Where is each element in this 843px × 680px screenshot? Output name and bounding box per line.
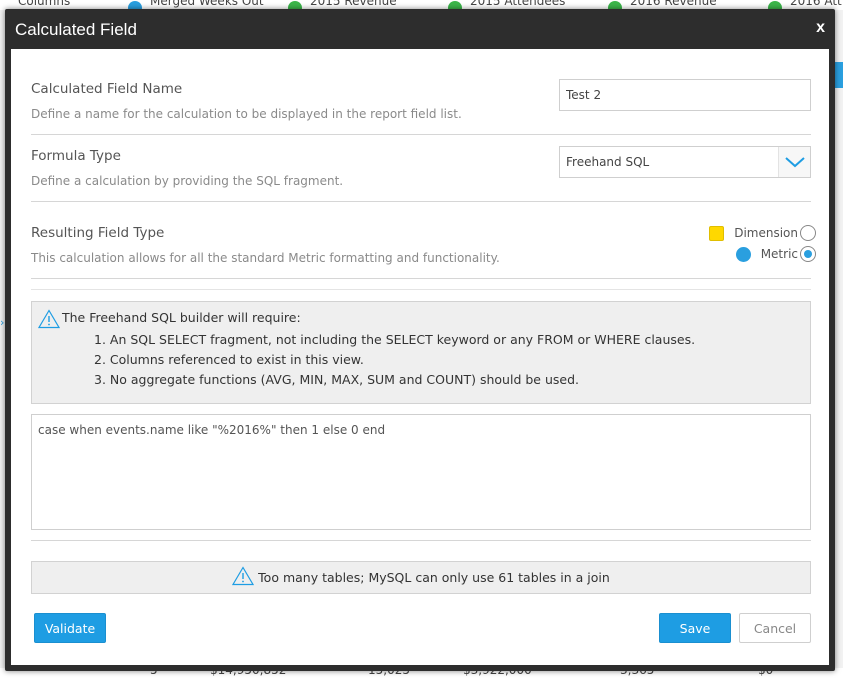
bg-column-header: Columns — [18, 0, 71, 8]
bg-column-header: 2015 Revenue — [310, 0, 397, 8]
dialog-header: Calculated Field x — [5, 9, 835, 49]
divider — [31, 201, 811, 202]
field-type-description: This calculation allows for all the stan… — [31, 251, 500, 265]
field-type-option-label: Metric — [760, 247, 798, 261]
divider — [31, 289, 811, 290]
bg-column-header: 2016 Revenue — [630, 0, 717, 8]
metric-radio[interactable] — [800, 246, 816, 262]
freehand-sql-requirements: The Freehand SQL builder will require: 1… — [31, 301, 811, 404]
save-button[interactable]: Save — [659, 613, 731, 643]
warning-icon — [232, 565, 255, 590]
calculated-field-dialog: Calculated Field x Calculated Field Name… — [5, 9, 835, 671]
field-type-option-dimension[interactable]: Dimension — [709, 224, 816, 242]
list-item: 3. No aggregate functions (AVG, MIN, MAX… — [94, 372, 579, 387]
field-type-label: Resulting Field Type — [31, 225, 165, 241]
validate-button[interactable]: Validate — [34, 613, 106, 643]
warning-text: Too many tables; MySQL can only use 61 t… — [258, 570, 610, 585]
field-name-label: Calculated Field Name — [31, 81, 183, 97]
bg-column-header: 2015 Attendees — [470, 0, 566, 8]
formula-type-label: Formula Type — [31, 148, 121, 164]
divider — [31, 540, 811, 541]
background-left-marker: › — [0, 316, 5, 329]
formula-type-select[interactable]: Freehand SQL — [559, 146, 811, 178]
dialog-body: Calculated Field Name Define a name for … — [11, 49, 829, 665]
list-item: 2. Columns referenced to exist in this v… — [94, 352, 364, 367]
dimension-swatch-icon — [709, 225, 725, 241]
close-button[interactable]: x — [816, 19, 825, 37]
field-name-description: Define a name for the calculation to be … — [31, 107, 462, 121]
formula-type-selected-value: Freehand SQL — [566, 155, 650, 169]
dialog-title: Calculated Field — [15, 20, 137, 39]
validation-warning: Too many tables; MySQL can only use 61 t… — [31, 561, 811, 594]
field-type-option-metric[interactable]: Metric — [735, 245, 816, 263]
list-item: 1. An SQL SELECT fragment, not including… — [94, 332, 696, 347]
divider — [31, 134, 811, 135]
field-type-option-label: Dimension — [734, 226, 798, 240]
requirements-list: 1. An SQL SELECT fragment, not including… — [94, 332, 695, 392]
dimension-radio[interactable] — [800, 225, 816, 241]
bg-column-header: 2016 Att — [790, 0, 842, 8]
requirements-heading: The Freehand SQL builder will require: — [62, 310, 301, 325]
formula-type-description: Define a calculation by providing the SQ… — [31, 174, 344, 188]
metric-swatch-icon — [735, 246, 751, 262]
divider — [31, 278, 811, 279]
field-name-input[interactable] — [559, 79, 811, 111]
bg-column-header: Merged Weeks Out — [150, 0, 264, 8]
cancel-button[interactable]: Cancel — [739, 613, 811, 643]
chevron-down-icon[interactable] — [778, 147, 810, 177]
sql-fragment-input[interactable]: case when events.name like "%2016%" then… — [31, 414, 811, 530]
warning-icon — [37, 309, 61, 333]
